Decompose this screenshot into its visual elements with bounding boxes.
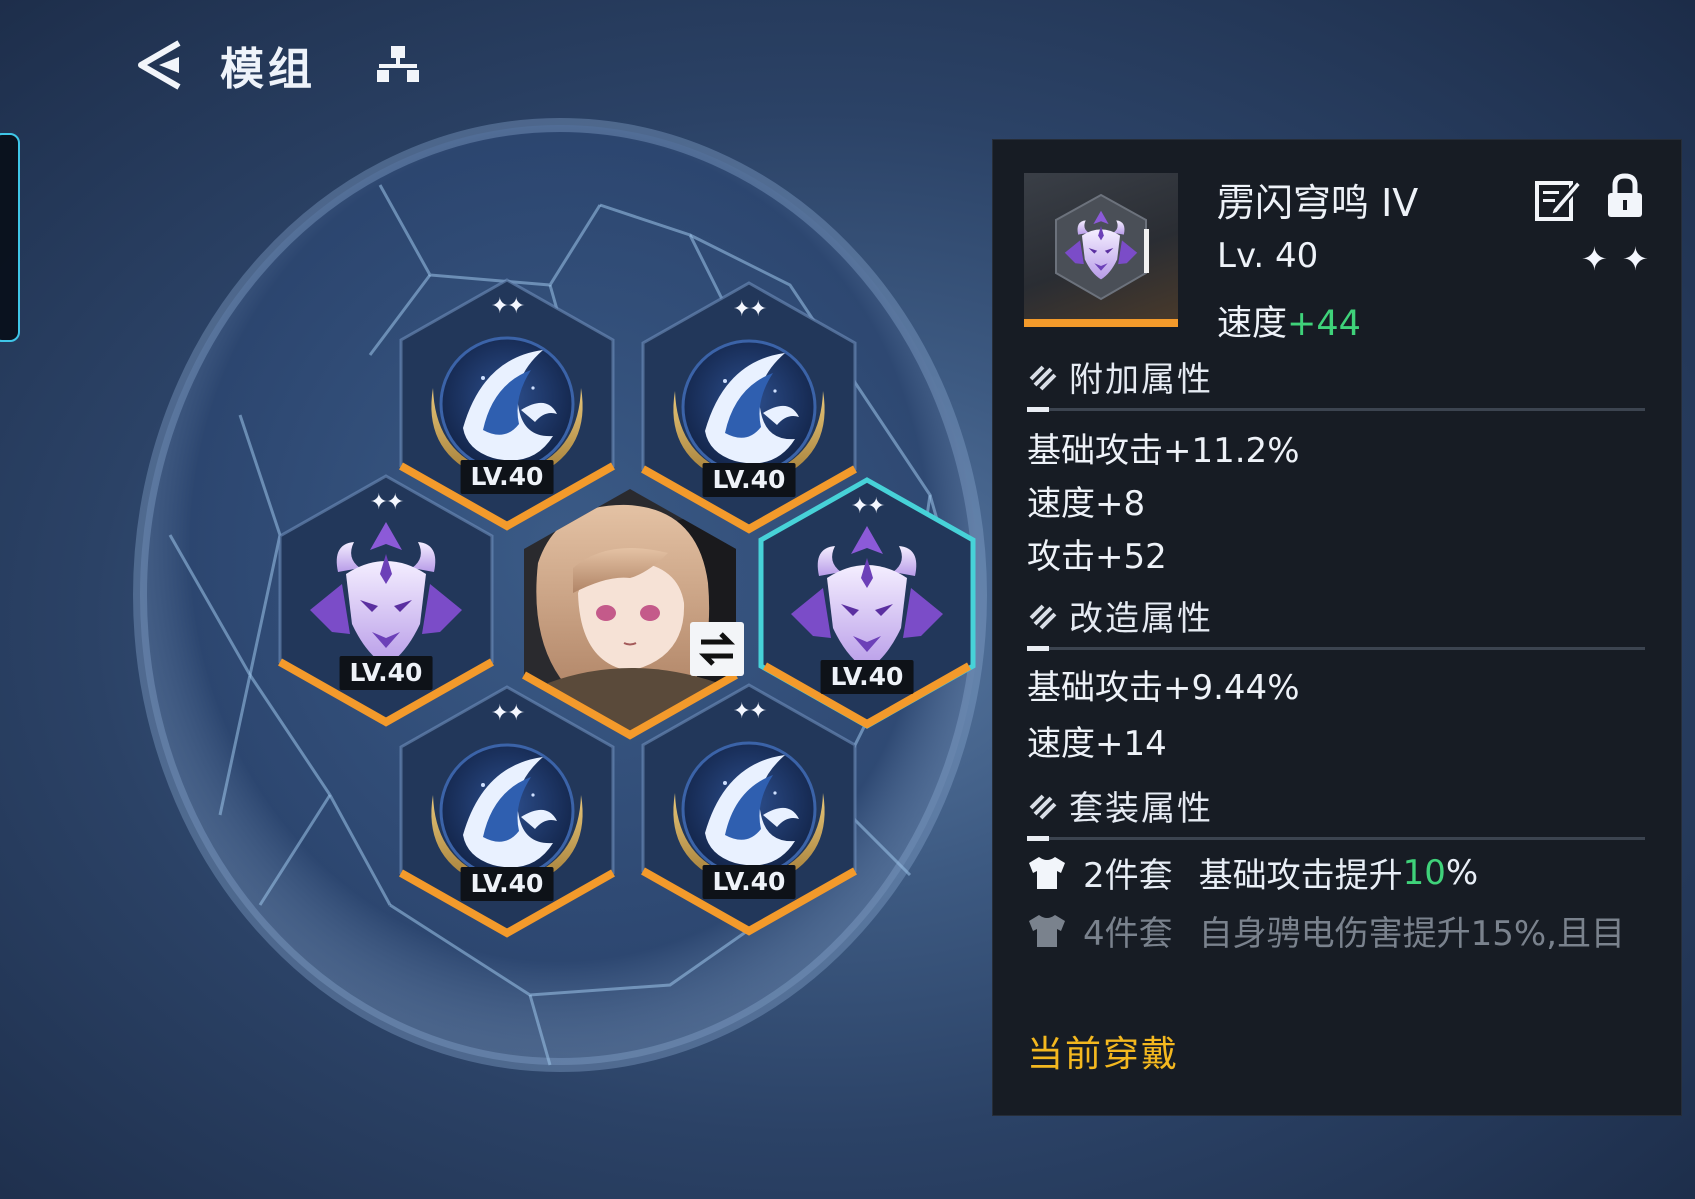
shirt-icon <box>1029 856 1065 889</box>
extra-stat: 速度+8 <box>1027 484 1146 524</box>
set-pieces: 4件套 <box>1083 914 1173 954</box>
reforge-stat: 基础攻击+9.44% <box>1027 668 1300 708</box>
beast-emblem-icon <box>1055 193 1147 301</box>
main-stat: 速度+44 <box>1217 295 1361 346</box>
section-title: 套装属性 <box>1069 788 1213 829</box>
slash-icon <box>1029 365 1057 391</box>
set-pieces: 2件套 <box>1083 856 1173 896</box>
module-level-detail: Lv. 40 <box>1217 236 1319 276</box>
section-divider <box>1027 646 1645 651</box>
set-attributes-section: 套装属性 <box>1027 781 1645 841</box>
main-stat-value: +44 <box>1287 304 1361 344</box>
module-stars: ✦✦ <box>490 294 526 319</box>
edit-button[interactable] <box>1533 175 1583 225</box>
section-divider <box>1027 836 1645 841</box>
main-stat-label: 速度 <box>1217 304 1288 344</box>
module-level: LV.40 <box>460 867 554 901</box>
side-drawer-tab[interactable] <box>0 133 20 342</box>
swap-character-button[interactable] <box>690 622 744 676</box>
module-stars: ✦✦ <box>732 699 768 724</box>
module-name: 雳闪穹鸣 IV <box>1217 181 1419 225</box>
lock-icon <box>1608 173 1642 217</box>
back-button[interactable] <box>130 35 190 95</box>
set-bonus-value: 10 <box>1402 852 1446 893</box>
edit-icon <box>1535 179 1583 221</box>
module-detail-panel: 雳闪穹鸣 IV Lv. 40 速度+44 ✦ ✦ 附加属性 基础攻击+11.2%… <box>993 140 1681 1115</box>
extra-attributes-section: 附加属性 基础攻击+11.2% 速度+8 攻击+52 <box>1027 352 1645 584</box>
extra-stat: 基础攻击+11.2% <box>1027 431 1300 471</box>
top-bar: 模组 <box>130 30 428 100</box>
tree-icon <box>377 46 419 82</box>
module-stars: ✦✦ <box>490 701 526 726</box>
module-tree-button[interactable] <box>368 35 428 95</box>
rarity-stars: ✦ ✦ <box>1581 240 1651 278</box>
slash-icon <box>1029 794 1057 820</box>
reforge-stat: 速度+14 <box>1027 724 1167 764</box>
module-slot-5[interactable]: ✦✦ LV.40 <box>395 681 619 939</box>
section-title: 改造属性 <box>1069 598 1213 639</box>
module-level: LV.40 <box>702 865 796 899</box>
set-bonus-text: 自身骋电伤害提升15%,且目 <box>1198 914 1626 954</box>
swap-icon <box>698 632 736 666</box>
reforge-attributes-section: 改造属性 基础攻击+9.44% 速度+14 <box>1027 591 1645 772</box>
set-bonus-4: 4件套 自身骋电伤害提升15%,且目 <box>1027 906 1625 955</box>
module-thumbnail <box>1024 173 1178 327</box>
set-bonus-2: 2件套 基础攻击提升 10% <box>1027 848 1478 897</box>
rarity-bar <box>1024 319 1178 327</box>
back-icon <box>138 40 181 90</box>
slash-icon <box>1029 604 1057 630</box>
thumbnail-marker <box>1144 229 1149 273</box>
equipped-status: 当前穿戴 <box>1027 1034 1180 1075</box>
shirt-icon <box>1029 914 1065 947</box>
set-bonus-suffix: % <box>1445 852 1479 893</box>
set-bonus-text: 基础攻击提升 <box>1198 856 1403 896</box>
page-title: 模组 <box>220 44 316 95</box>
extra-stat: 攻击+52 <box>1027 537 1167 577</box>
module-slot-6[interactable]: ✦✦ LV.40 <box>637 679 861 937</box>
section-title: 附加属性 <box>1069 359 1213 400</box>
module-stars: ✦✦ <box>369 490 405 515</box>
module-stars: ✦✦ <box>850 494 886 519</box>
module-stars: ✦✦ <box>732 297 768 322</box>
lock-button[interactable] <box>1605 173 1653 223</box>
section-divider <box>1027 407 1645 412</box>
